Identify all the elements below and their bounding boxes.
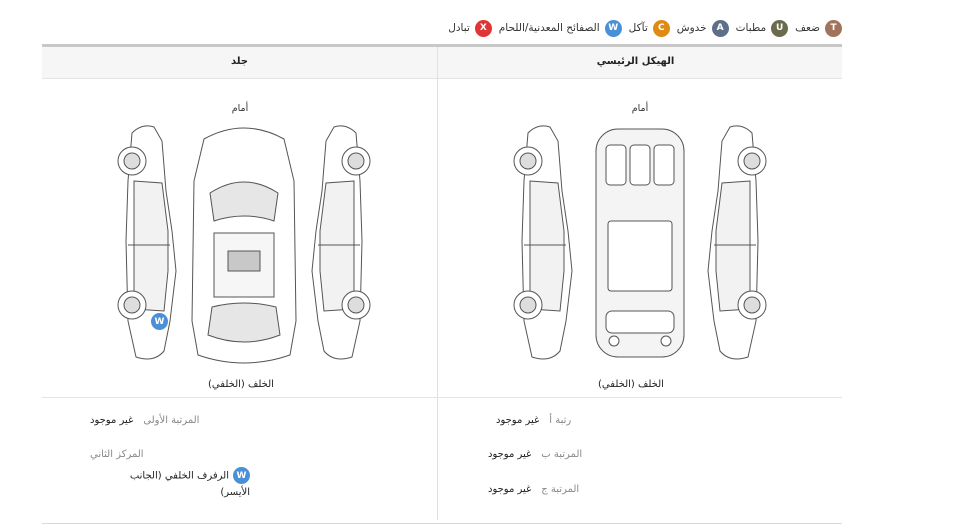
- legend-label-weakness: ضعف: [795, 22, 820, 34]
- skin-rank2-weld-badge: W: [233, 467, 250, 484]
- legend-label-exchange: تبادل: [448, 22, 470, 34]
- frame-diagram: أمام الخلف (الخلفي): [438, 79, 833, 397]
- damage-legend: T ضعف U مطبات A خدوش C تآكل W الصفائح ال…: [436, 16, 842, 40]
- legend-badge-c: C: [652, 19, 670, 37]
- frame-rank-c-row: المرتبة ج غير موجود: [488, 484, 579, 495]
- panel-header: جلد الهيكل الرئيسي: [42, 47, 842, 79]
- legend-item-welding: W الصفائح المعدنية/اللحام: [498, 19, 622, 37]
- legend-badge-x: X: [474, 19, 492, 37]
- skin-rank1-row: المرتبة الأولى غير موجود: [90, 415, 199, 426]
- legend-item-corrosion: C تآكل: [628, 19, 670, 37]
- legend-badge-w: W: [604, 19, 622, 37]
- frame-rank-a-value: غير موجود: [496, 415, 540, 426]
- skin-rank2-label: المركز الثاني: [90, 449, 144, 460]
- skin-diagram: أمام W الخلف (الخلفي): [42, 79, 437, 397]
- frame-front-label: أمام: [631, 103, 649, 114]
- skin-rank1-label: المرتبة الأولى: [143, 415, 200, 426]
- skin-rank1-value: غير موجود: [90, 415, 134, 426]
- frame-rank-a-label: رتبة أ: [549, 415, 572, 426]
- skin-rank2-item: Wالرفرف الخلفي (الجانب الأيسر): [100, 467, 250, 501]
- skin-column-title: جلد: [230, 56, 249, 67]
- skin-rear-label: الخلف (الخلفي): [208, 379, 274, 390]
- frame-rank-b-value: غير موجود: [488, 449, 532, 460]
- legend-badge-a: A: [711, 19, 729, 37]
- skin-weld-marker[interactable]: W: [151, 313, 168, 330]
- legend-item-exchange: X تبادل: [448, 19, 492, 37]
- row-divider: [42, 397, 842, 398]
- legend-label-scratches: خدوش: [676, 22, 707, 34]
- legend-badge-t: T: [825, 19, 842, 37]
- frame-rank-c-value: غير موجود: [488, 484, 532, 495]
- legend-label-dents: مطبات: [735, 22, 767, 34]
- legend-label-corrosion: تآكل: [628, 22, 648, 34]
- frame-rank-b-row: المرتبة ب غير موجود: [488, 449, 582, 460]
- frame-column-title: الهيكل الرئيسي: [596, 56, 675, 67]
- frame-rank-c-label: المرتبة ج: [541, 484, 580, 495]
- frame-rear-label: الخلف (الخلفي): [598, 379, 664, 390]
- frame-rank-a-row: رتبة أ غير موجود: [496, 415, 571, 426]
- skin-front-label: أمام: [231, 103, 249, 114]
- frame-car-diagram: [513, 125, 767, 360]
- legend-badge-u: U: [771, 19, 789, 37]
- inspection-panel: جلد الهيكل الرئيسي أمام W الخلف (الخلفي)…: [42, 44, 842, 524]
- skin-rank2-row: المركز الثاني: [90, 449, 144, 460]
- legend-label-welding: الصفائح المعدنية/اللحام: [498, 22, 600, 34]
- legend-item-weakness: T ضعف: [795, 19, 842, 37]
- skin-rank2-item-text: الرفرف الخلفي (الجانب الأيسر): [129, 470, 250, 498]
- legend-item-dents: U مطبات: [735, 19, 789, 37]
- legend-item-scratches: A خدوش: [676, 19, 729, 37]
- frame-rank-b-label: المرتبة ب: [541, 449, 583, 460]
- skin-car-diagram: [117, 125, 371, 364]
